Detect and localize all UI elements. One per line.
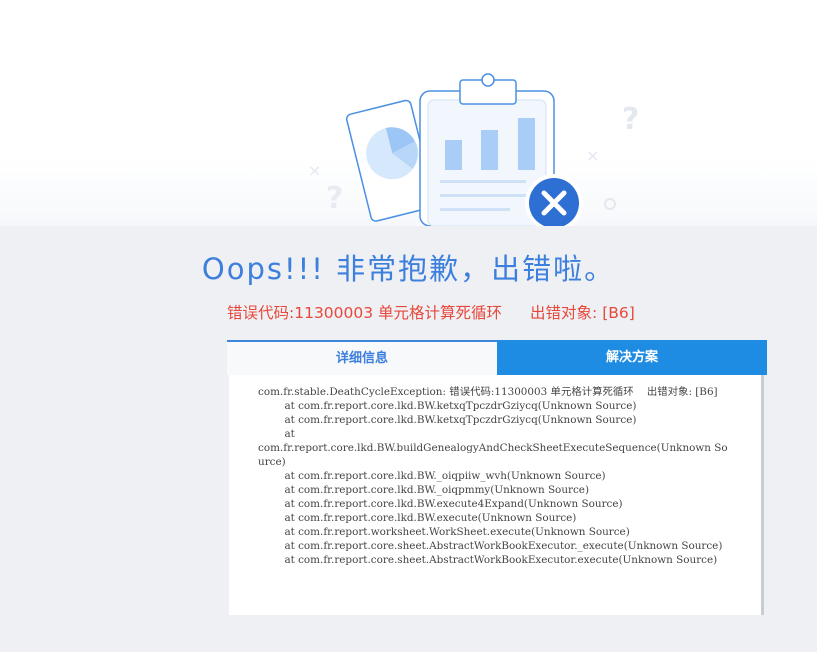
error-clipboard-illustration: ? ? × ×: [308, 73, 639, 226]
tab-details[interactable]: 详细信息: [227, 340, 497, 375]
question-mark-icon: ?: [326, 181, 343, 216]
detail-tabs: 详细信息 解决方案: [227, 340, 767, 375]
tab-solution[interactable]: 解决方案: [497, 340, 767, 375]
question-mark-icon: ?: [622, 102, 639, 137]
cross-mark-icon: ×: [308, 161, 321, 180]
error-object-text: 出错对象: [B6]: [530, 304, 635, 322]
error-code-text: 错误代码:11300003 单元格计算死循环: [227, 304, 503, 322]
cross-mark-icon: ×: [586, 146, 599, 165]
stack-trace-panel[interactable]: com.fr.stable.DeathCycleException: 错误代码:…: [229, 375, 764, 615]
page-title: Oops!!! 非常抱歉，出错啦。: [201, 252, 616, 286]
error-summary: 错误代码:11300003 单元格计算死循环 出错对象: [B6]: [227, 301, 635, 323]
stack-trace-text: com.fr.stable.DeathCycleException: 错误代码:…: [258, 386, 728, 566]
